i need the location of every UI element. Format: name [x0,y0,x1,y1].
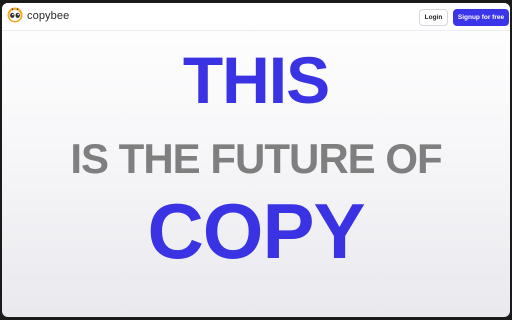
app-window: copybee Login Signup for free THIS IS TH… [2,3,510,317]
brand-name[interactable]: copybee [27,9,69,23]
hero-line-future: IS THE FUTURE OF [70,135,442,182]
bee-logo-icon[interactable] [7,7,23,23]
login-button[interactable]: Login [419,9,448,26]
hero-line-copy: COPY [147,187,365,275]
top-navbar: copybee Login Signup for free [2,3,510,31]
signup-button[interactable]: Signup for free [453,9,509,26]
hero-line-this: THIS [182,43,330,117]
